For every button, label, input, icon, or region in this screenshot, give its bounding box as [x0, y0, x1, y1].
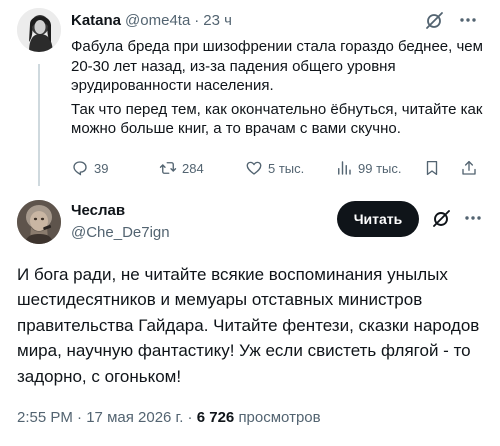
reply-button[interactable]: 39 — [71, 157, 108, 179]
grok-icon[interactable] — [423, 9, 445, 31]
main-tweet-text: И бога ради, не читайте всякие воспомина… — [17, 265, 480, 386]
author-name[interactable]: Katana — [71, 12, 121, 29]
views-button[interactable]: 99 тыс. — [335, 157, 401, 179]
tweet-date[interactable]: 17 мая 2026 г. — [86, 409, 183, 426]
bookmark-button[interactable] — [423, 157, 446, 179]
follow-button[interactable]: Читать — [337, 201, 419, 237]
tweet-time[interactable]: 23 ч — [203, 12, 232, 29]
more-options-icon[interactable] — [456, 9, 480, 31]
tweet-time[interactable]: 2:55 PM — [17, 409, 73, 426]
parent-tweet-header: Katana @ome4ta · 23 ч — [71, 10, 232, 30]
grok-icon[interactable] — [430, 207, 452, 229]
views-count: 99 тыс. — [358, 160, 402, 176]
like-button[interactable]: 5 тыс. — [245, 157, 304, 179]
tweet-metadata: 2:55 PM · 17 мая 2026 г. · 6 726 просмот… — [17, 409, 321, 426]
parent-tweet-text: Фабула бреда при шизофрении стала горазд… — [71, 37, 489, 139]
meta-separator: · — [187, 409, 197, 426]
repost-button[interactable]: 284 — [159, 157, 204, 179]
author-handle[interactable]: @ome4ta — [125, 12, 190, 29]
reply-icon — [73, 161, 87, 176]
share-button[interactable] — [460, 157, 483, 179]
bookmark-icon — [426, 160, 438, 176]
views-label: просмотров — [238, 409, 321, 426]
meta-separator: · — [77, 409, 87, 426]
views-count: 6 726 — [196, 409, 235, 426]
avatar-cheslav[interactable] — [17, 200, 61, 244]
analytics-icon — [338, 161, 351, 175]
tweet-paragraph: Так что перед тем, как окончательно ёбну… — [71, 100, 483, 138]
author-handle[interactable]: @Che_De7ign — [71, 224, 170, 241]
avatar-katana[interactable] — [17, 8, 61, 52]
reply-count: 39 — [94, 160, 109, 176]
heart-icon — [246, 161, 262, 175]
like-count: 5 тыс. — [268, 160, 305, 176]
parent-tweet[interactable]: Katana @ome4ta · 23 ч Фабула бреда при ш… — [0, 0, 500, 190]
header-separator: · — [194, 11, 200, 29]
repost-icon — [159, 162, 177, 174]
more-options-icon[interactable] — [461, 207, 485, 229]
author-name[interactable]: Чеслав — [71, 202, 125, 219]
share-icon — [462, 160, 476, 175]
tweet-paragraph: Фабула бреда при шизофрении стала горазд… — [71, 38, 483, 94]
tweet-actions-bar: 39 284 5 тыс. 99 тыс. — [71, 157, 491, 179]
repost-count: 284 — [182, 160, 204, 176]
